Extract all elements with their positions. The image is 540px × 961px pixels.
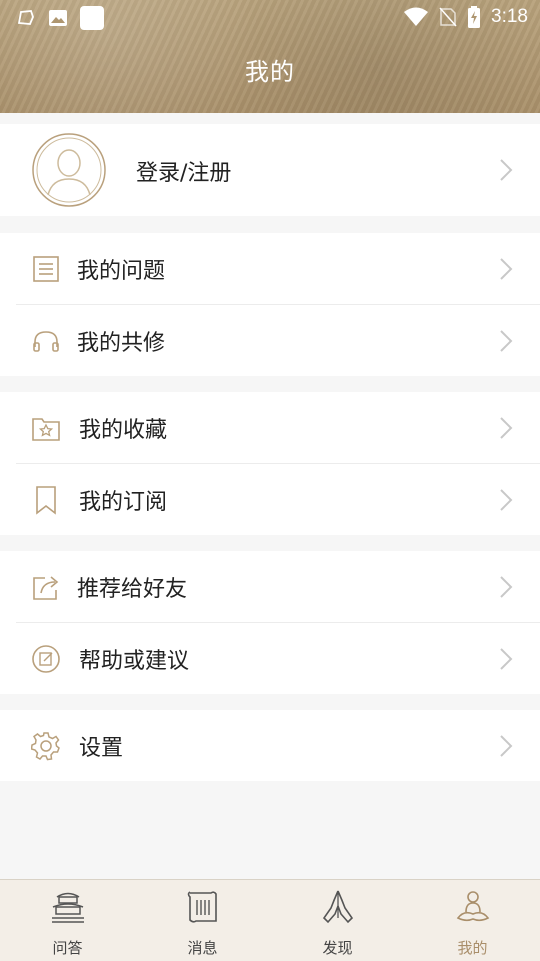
menu-group-4: 设置 xyxy=(0,710,540,781)
page-title: 我的 xyxy=(245,58,295,86)
list-document-icon xyxy=(30,253,62,285)
my-practice-item[interactable]: 我的共修 xyxy=(0,305,540,377)
my-questions-item[interactable]: 我的问题 xyxy=(0,233,540,305)
recommend-item[interactable]: 推荐给好友 xyxy=(0,551,540,623)
chevron-right-icon xyxy=(500,576,513,598)
menu-group-1: 我的问题 我的共修 xyxy=(0,233,540,376)
my-favorites-item[interactable]: 我的收藏 xyxy=(0,392,540,464)
chevron-right-icon xyxy=(500,734,513,757)
meditation-icon xyxy=(456,891,489,922)
bottom-tab-bar: 问答 消息 发现 我的 xyxy=(0,879,540,961)
temple-icon xyxy=(51,892,84,923)
image-icon xyxy=(49,10,67,26)
recommend-label: 推荐给好友 xyxy=(77,577,188,602)
help-feedback-item[interactable]: 帮助或建议 xyxy=(0,623,540,695)
scroll-icon xyxy=(187,891,217,923)
status-bar: 3:18 xyxy=(0,0,540,36)
login-register-label: 登录/注册 xyxy=(136,161,232,186)
chevron-right-icon xyxy=(500,648,513,670)
tab-discover[interactable]: 发现 xyxy=(270,880,405,961)
tab-qa[interactable]: 问答 xyxy=(0,880,135,961)
menu-group-3: 推荐给好友 帮助或建议 xyxy=(0,551,540,694)
tab-label: 消息 xyxy=(187,939,218,957)
chevron-right-icon xyxy=(500,417,513,439)
tab-messages[interactable]: 消息 xyxy=(135,880,270,961)
my-subscriptions-label: 我的订阅 xyxy=(79,490,168,515)
praying-hands-icon xyxy=(322,890,353,924)
my-subscriptions-item[interactable]: 我的订阅 xyxy=(0,464,540,536)
headphones-icon xyxy=(30,325,62,357)
tab-mine[interactable]: 我的 xyxy=(405,880,540,961)
help-feedback-label: 帮助或建议 xyxy=(79,649,190,674)
header-banner: 3:18 我的 xyxy=(0,0,540,113)
star-folder-icon xyxy=(30,412,62,444)
chevron-right-icon xyxy=(500,159,513,181)
settings-item[interactable]: 设置 xyxy=(0,710,540,781)
profile-card[interactable]: 登录/注册 xyxy=(0,124,540,216)
chevron-right-icon xyxy=(500,489,513,511)
gear-icon xyxy=(30,730,62,762)
wifi-icon xyxy=(404,7,429,26)
bookmark-icon xyxy=(30,484,62,516)
share-icon xyxy=(30,571,62,603)
tab-label: 发现 xyxy=(322,939,353,957)
no-sim-icon xyxy=(439,7,457,27)
edit-circle-icon xyxy=(30,643,62,675)
settings-label: 设置 xyxy=(79,735,124,761)
my-questions-label: 我的问题 xyxy=(77,259,166,284)
my-favorites-label: 我的收藏 xyxy=(79,418,168,443)
chevron-right-icon xyxy=(500,330,513,352)
status-time: 3:18 xyxy=(491,6,528,27)
tab-label: 我的 xyxy=(457,939,488,957)
avatar-icon xyxy=(32,133,106,207)
battery-charging-icon xyxy=(468,6,481,28)
tab-label: 问答 xyxy=(52,939,83,957)
notification-app-icon xyxy=(17,10,34,25)
menu-group-2: 我的收藏 我的订阅 xyxy=(0,392,540,535)
my-practice-label: 我的共修 xyxy=(77,331,166,356)
chevron-right-icon xyxy=(500,258,513,280)
app-square-icon xyxy=(80,6,104,30)
